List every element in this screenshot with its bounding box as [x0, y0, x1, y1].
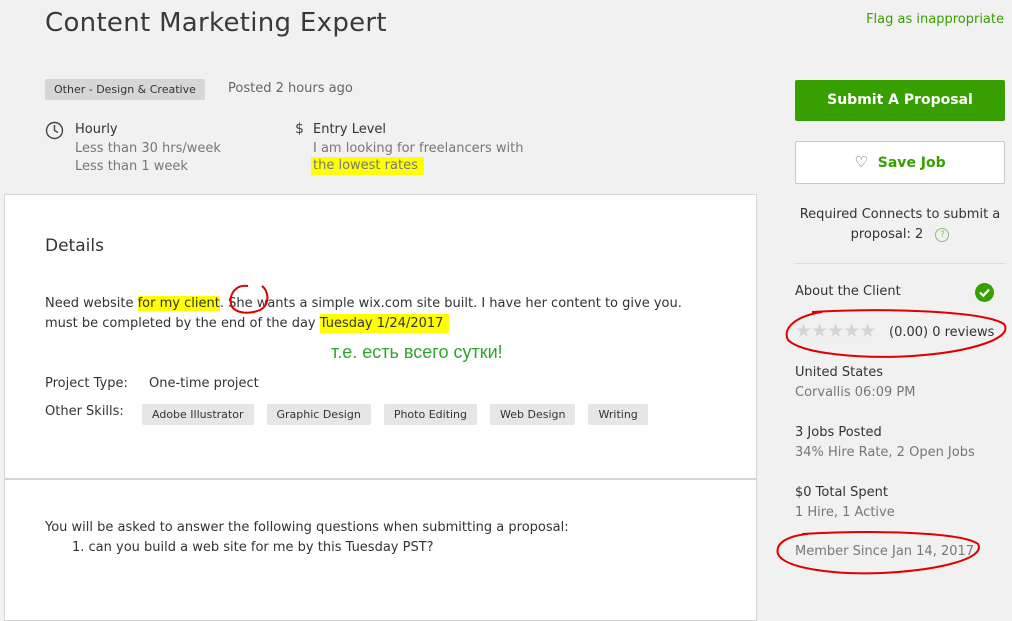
details-panel [4, 194, 757, 479]
skill-tag[interactable]: Web Design [490, 404, 576, 425]
question-item: 1. can you build a web site for me by th… [72, 540, 434, 555]
hire-rate: 34% Hire Rate, 2 Open Jobs [795, 445, 975, 460]
submit-proposal-button[interactable]: Submit A Proposal [795, 80, 1005, 121]
category-badge[interactable]: Other - Design & Creative [45, 79, 205, 100]
skill-tag[interactable]: Photo Editing [383, 404, 478, 425]
skill-tag[interactable]: Writing [588, 404, 648, 425]
skill-tag[interactable]: Graphic Design [266, 404, 371, 425]
desc-highlight-client: for my client [137, 296, 220, 311]
hourly-label: Hourly [75, 122, 118, 137]
duration: Less than 1 week [75, 159, 188, 174]
flag-inappropriate-link[interactable]: Flag as inappropriate [866, 12, 1004, 27]
heart-icon: ♡ [854, 153, 868, 171]
dollar-icon: $ [295, 121, 304, 137]
verified-check-icon [975, 283, 994, 302]
posted-time: Posted 2 hours ago [228, 81, 353, 96]
skills-label: Other Skills: [45, 404, 124, 419]
deadline-highlight: Tuesday 1/24/2017 [319, 314, 450, 333]
client-country: United States [795, 365, 884, 380]
connects-text: Required Connects to submit a [799, 207, 1001, 222]
skills-list: Adobe Illustrator Graphic Design Photo Edi… [142, 403, 661, 425]
experience-level: Entry Level [313, 122, 387, 137]
red-oval-annotation [785, 309, 1007, 358]
project-type-label: Project Type: [45, 376, 128, 391]
questions-intro: You will be asked to answer the followin… [45, 520, 569, 535]
client-city-time: Corvallis 06:09 PM [795, 385, 916, 400]
desc-text: . She wants a simple wix.com site built.… [219, 296, 682, 311]
desc-text: Need website [45, 296, 138, 311]
jobs-posted: 3 Jobs Posted [795, 425, 882, 440]
skill-tag[interactable]: Adobe Illustrator [142, 404, 254, 425]
connects-count: proposal: 2 [850, 227, 924, 242]
red-oval-annotation [776, 531, 980, 575]
connects-info: Required Connects to submit a proposal: … [795, 205, 1005, 245]
sidebar-divider [795, 263, 1005, 264]
save-job-label: Save Job [877, 155, 946, 171]
clock-icon [45, 121, 64, 140]
hours-per-week: Less than 30 hrs/week [75, 141, 221, 156]
deadline-text: must be completed by the end of the day [45, 316, 320, 331]
hires-active: 1 Hire, 1 Active [795, 505, 895, 520]
project-type-value: One-time project [149, 376, 259, 391]
about-client-heading: About the Client [795, 284, 901, 299]
job-description: Need website for my client. She wants a … [45, 294, 682, 314]
help-icon[interactable]: ? [935, 227, 950, 242]
level-description: I am looking for freelancers with [313, 141, 524, 156]
total-spent: $0 Total Spent [795, 485, 889, 500]
details-heading: Details [45, 236, 104, 256]
level-highlight: the lowest rates [311, 157, 424, 175]
save-job-button[interactable]: ♡ Save Job [795, 141, 1005, 184]
annotation-note: т.е. есть всего сутки! [331, 342, 503, 362]
red-circle-annotation [229, 284, 269, 314]
job-title: Content Marketing Expert [45, 8, 387, 38]
